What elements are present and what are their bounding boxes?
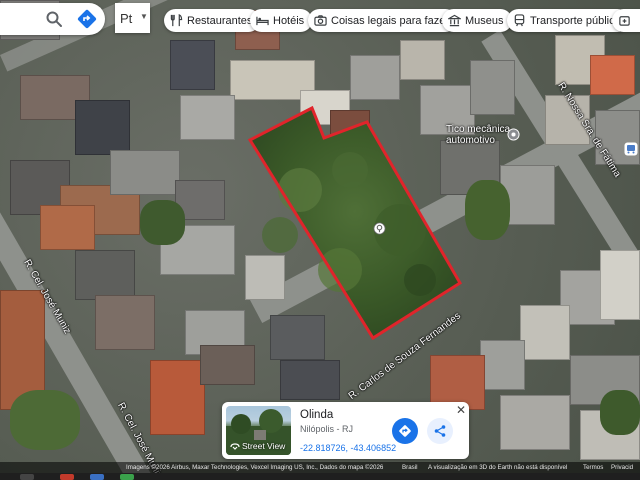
taskbar-app-icon[interactable] xyxy=(90,474,104,480)
directions-icon[interactable] xyxy=(76,8,98,30)
chip-label: Restaurantes xyxy=(187,14,253,27)
chip-label: Hotéis xyxy=(273,14,305,27)
poi-name-line1: Tico mecânica xyxy=(446,124,511,135)
poi-name-line2: automotivo xyxy=(446,135,495,146)
card-share-button[interactable] xyxy=(427,418,453,444)
camera-icon xyxy=(314,15,327,26)
poi-label[interactable]: Tico mecânica automotivo xyxy=(446,124,510,146)
place-subtitle: Nilópolis - RJ xyxy=(300,424,354,434)
footer-brasil[interactable]: Brasil xyxy=(402,464,417,471)
bed-icon xyxy=(256,16,269,26)
street-view-icon xyxy=(230,443,240,450)
chip-transporte-publico[interactable]: Transporte público xyxy=(507,9,629,32)
location-pin-icon[interactable] xyxy=(373,222,386,235)
language-value: Pt xyxy=(120,11,133,26)
fork-knife-icon xyxy=(170,14,183,27)
footer-earth-note: A visualização em 3D do Earth não está d… xyxy=(428,464,568,471)
street-view-thumbnail[interactable]: Street View xyxy=(226,406,291,455)
card-directions-button[interactable] xyxy=(392,418,418,444)
close-icon[interactable]: ✕ xyxy=(456,404,466,416)
chip-label: Museus xyxy=(465,14,504,27)
chip-coisas-legais[interactable]: Coisas legais para fazer xyxy=(308,9,458,32)
museum-icon xyxy=(448,14,461,27)
parcel-boundary xyxy=(247,105,463,341)
search-box[interactable] xyxy=(0,3,105,35)
chip-museus[interactable]: Museus xyxy=(442,9,512,32)
bus-stop-icon[interactable] xyxy=(624,142,638,156)
taskbar-app-icon[interactable] xyxy=(60,474,74,480)
train-icon xyxy=(514,14,525,27)
directions-icon xyxy=(399,425,411,437)
search-icon[interactable] xyxy=(45,10,63,28)
chip-restaurantes[interactable]: Restaurantes xyxy=(164,9,261,32)
chip-label: Coisas legais para fazer xyxy=(331,14,450,27)
taskbar xyxy=(0,473,640,480)
taskbar-app-icon[interactable] xyxy=(120,474,134,480)
chevron-down-icon: ▼ xyxy=(140,12,148,21)
taskbar-app-icon[interactable] xyxy=(20,474,34,480)
map-footer: Imagens ©2026 Airbus, Maxar Technologies… xyxy=(0,462,640,473)
place-coordinates[interactable]: -22.818726, -43.406852 xyxy=(300,443,396,453)
poi-pin-icon[interactable] xyxy=(507,128,520,141)
chip-label: Transporte público xyxy=(530,14,621,27)
chip-hoteis[interactable]: Hotéis xyxy=(250,9,313,32)
chip-more[interactable] xyxy=(612,9,640,32)
share-icon xyxy=(434,425,446,437)
pharmacy-icon xyxy=(619,16,630,26)
footer-privacy[interactable]: Privacid xyxy=(611,464,633,471)
street-view-label: Street View xyxy=(230,441,285,451)
place-info-card[interactable]: Street View Olinda Nilópolis - RJ -22.81… xyxy=(222,402,469,459)
language-select[interactable]: Pt ▼ xyxy=(115,3,150,33)
imagery-credits: Imagens ©2026 Airbus, Maxar Technologies… xyxy=(126,464,384,471)
street-view-text: Street View xyxy=(242,441,286,451)
place-title: Olinda xyxy=(300,409,334,421)
footer-terms[interactable]: Termos xyxy=(583,464,603,471)
